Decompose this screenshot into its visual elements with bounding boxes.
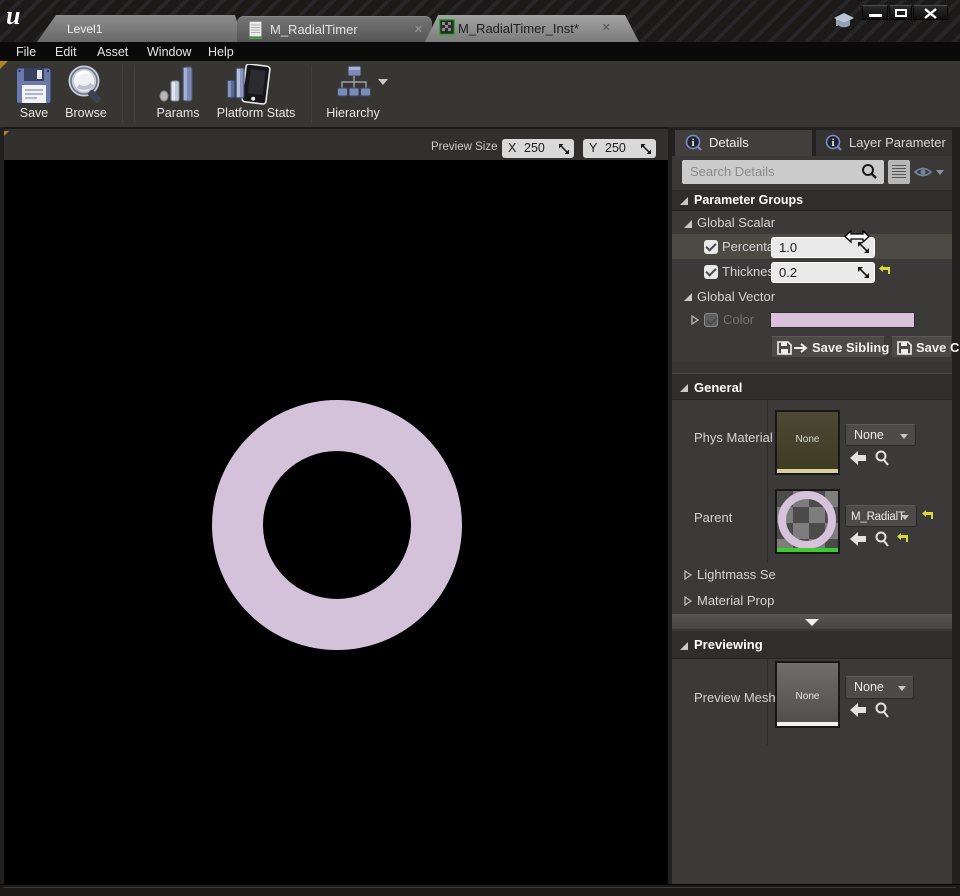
svg-text:i: i	[692, 138, 695, 149]
svg-text:i: i	[832, 138, 835, 149]
